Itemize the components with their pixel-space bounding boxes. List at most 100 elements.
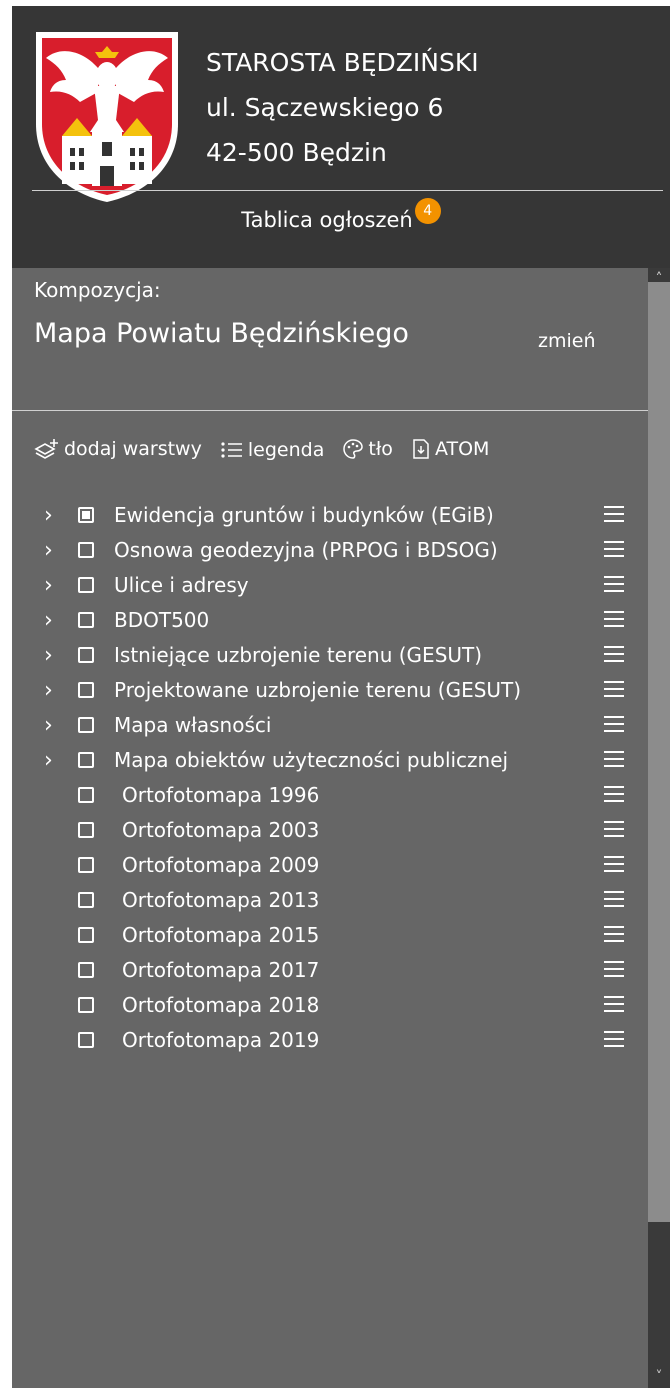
- layer-item-ortho-2013: Ortofotomapa 2013: [34, 883, 634, 918]
- hamburger-menu-icon[interactable]: [604, 506, 624, 522]
- legend-button[interactable]: legenda: [220, 439, 324, 461]
- layer-item-bdot500: › BDOT500: [34, 603, 634, 638]
- scrollbar[interactable]: ˄ ˅: [648, 268, 670, 1388]
- chevron-right-icon[interactable]: ›: [44, 638, 53, 673]
- background-label: tło: [368, 438, 393, 460]
- legend-label: legenda: [247, 439, 325, 461]
- layer-item-ortho-2019: Ortofotomapa 2019: [34, 1023, 634, 1058]
- chevron-up-icon[interactable]: ˄: [648, 268, 670, 290]
- header: STAROSTA BĘDZIŃSKI ul. Sączewskiego 6 42…: [12, 6, 670, 268]
- layers-panel: Kompozycja: Mapa Powiatu Będzińskiego zm…: [12, 268, 670, 1388]
- layer-checkbox[interactable]: [78, 577, 94, 593]
- notice-board-link[interactable]: Tablica ogłoszeń 4: [12, 198, 670, 236]
- hamburger-menu-icon[interactable]: [604, 646, 624, 662]
- add-layers-icon: [34, 439, 58, 459]
- hamburger-menu-icon[interactable]: [604, 856, 624, 872]
- hamburger-menu-icon[interactable]: [604, 996, 624, 1012]
- layer-checkbox[interactable]: [78, 647, 94, 663]
- hamburger-menu-icon[interactable]: [604, 1031, 624, 1047]
- hamburger-menu-icon[interactable]: [604, 681, 624, 697]
- composition-divider: [12, 410, 648, 411]
- hamburger-menu-icon[interactable]: [604, 716, 624, 732]
- layer-label[interactable]: Ortofotomapa 2015: [122, 918, 552, 953]
- notice-count-badge: 4: [414, 198, 441, 224]
- scrollbar-thumb[interactable]: [648, 282, 670, 1222]
- layer-label[interactable]: Ortofotomapa 2018: [122, 988, 552, 1023]
- chevron-right-icon[interactable]: ›: [44, 743, 53, 778]
- layer-item-ownership: › Mapa własności: [34, 708, 634, 743]
- atom-button[interactable]: ATOM: [411, 438, 489, 460]
- layer-item-ortho-2009: Ortofotomapa 2009: [34, 848, 634, 883]
- layer-label[interactable]: Ewidencja gruntów i budynków (EGiB): [114, 498, 544, 533]
- layer-label[interactable]: Ulice i adresy: [114, 568, 544, 603]
- layer-label[interactable]: Projektowane uzbrojenie terenu (GESUT): [114, 673, 544, 708]
- layer-item-ortho-2003: Ortofotomapa 2003: [34, 813, 634, 848]
- hamburger-menu-icon[interactable]: [604, 961, 624, 977]
- layer-checkbox[interactable]: [78, 787, 94, 803]
- layer-label[interactable]: Mapa obiektów użyteczności publicznej: [114, 743, 544, 778]
- notice-board-label: Tablica ogłoszeń: [241, 208, 413, 232]
- layer-label[interactable]: Ortofotomapa 2009: [122, 848, 552, 883]
- layer-item-ulice: › Ulice i adresy: [34, 568, 634, 603]
- layer-label[interactable]: Osnowa geodezyjna (PRPOG i BDSOG): [114, 533, 544, 568]
- chevron-right-icon[interactable]: ›: [44, 498, 53, 533]
- chevron-right-icon[interactable]: ›: [44, 603, 53, 638]
- layer-label[interactable]: Ortofotomapa 1996: [122, 778, 552, 813]
- layer-checkbox[interactable]: [78, 822, 94, 838]
- hamburger-menu-icon[interactable]: [604, 891, 624, 907]
- atom-label: ATOM: [434, 438, 490, 460]
- layer-item-ortho-2018: Ortofotomapa 2018: [34, 988, 634, 1023]
- hamburger-menu-icon[interactable]: [604, 926, 624, 942]
- hamburger-menu-icon[interactable]: [604, 751, 624, 767]
- change-composition-link[interactable]: zmień: [538, 330, 596, 352]
- layer-checkbox[interactable]: [78, 892, 94, 908]
- chevron-right-icon[interactable]: ›: [44, 708, 53, 743]
- chevron-down-icon[interactable]: ˅: [648, 1366, 670, 1388]
- layer-checkbox[interactable]: [78, 997, 94, 1013]
- hamburger-menu-icon[interactable]: [604, 821, 624, 837]
- download-file-icon: [413, 439, 429, 459]
- layer-label[interactable]: Ortofotomapa 2003: [122, 813, 552, 848]
- chevron-right-icon[interactable]: ›: [44, 568, 53, 603]
- composition-label: Kompozycja:: [34, 278, 161, 302]
- background-button[interactable]: tło: [342, 438, 393, 460]
- layer-label[interactable]: Ortofotomapa 2017: [122, 953, 552, 988]
- office-city: 42-500 Będzin: [206, 138, 387, 167]
- layer-checkbox[interactable]: [78, 962, 94, 978]
- layer-item-public-utility: › Mapa obiektów użyteczności publicznej: [34, 743, 634, 778]
- layer-tree: › Ewidencja gruntów i budynków (EGiB) › …: [34, 498, 634, 1058]
- add-layers-label: dodaj warstwy: [64, 438, 202, 460]
- hamburger-menu-icon[interactable]: [604, 541, 624, 557]
- layer-label[interactable]: Istniejące uzbrojenie terenu (GESUT): [114, 638, 544, 673]
- layer-label[interactable]: Ortofotomapa 2013: [122, 883, 552, 918]
- chevron-right-icon[interactable]: ›: [44, 533, 53, 568]
- layer-item-ortho-1996: Ortofotomapa 1996: [34, 778, 634, 813]
- layer-checkbox[interactable]: [78, 1032, 94, 1048]
- office-street: ul. Sączewskiego 6: [206, 93, 444, 122]
- layer-checkbox[interactable]: [78, 857, 94, 873]
- layer-item-gesut-existing: › Istniejące uzbrojenie terenu (GESUT): [34, 638, 634, 673]
- coat-of-arms-icon: [36, 32, 178, 202]
- add-layers-button[interactable]: dodaj warstwy: [34, 438, 202, 460]
- chevron-right-icon[interactable]: ›: [44, 673, 53, 708]
- composition-name: Mapa Powiatu Będzińskiego: [34, 318, 409, 349]
- office-address: STAROSTA BĘDZIŃSKI ul. Sączewskiego 6 42…: [206, 40, 479, 175]
- layer-label[interactable]: BDOT500: [114, 603, 544, 638]
- layer-checkbox[interactable]: [78, 717, 94, 733]
- layers-toolbar: dodaj warstwy legenda tło ATOM: [34, 438, 501, 465]
- layer-checkbox[interactable]: [78, 927, 94, 943]
- hamburger-menu-icon[interactable]: [604, 611, 624, 627]
- hamburger-menu-icon[interactable]: [604, 576, 624, 592]
- layer-item-ortho-2015: Ortofotomapa 2015: [34, 918, 634, 953]
- layer-checkbox[interactable]: [78, 682, 94, 698]
- office-name: STAROSTA BĘDZIŃSKI: [206, 48, 479, 77]
- layer-item-ortho-2017: Ortofotomapa 2017: [34, 953, 634, 988]
- layer-checkbox[interactable]: [78, 542, 94, 558]
- layer-label[interactable]: Ortofotomapa 2019: [122, 1023, 552, 1058]
- layer-checkbox[interactable]: [78, 752, 94, 768]
- layer-label[interactable]: Mapa własności: [114, 708, 544, 743]
- layer-checkbox[interactable]: [78, 612, 94, 628]
- hamburger-menu-icon[interactable]: [604, 786, 624, 802]
- layer-item-gesut-planned: › Projektowane uzbrojenie terenu (GESUT): [34, 673, 634, 708]
- layer-checkbox[interactable]: [78, 507, 94, 523]
